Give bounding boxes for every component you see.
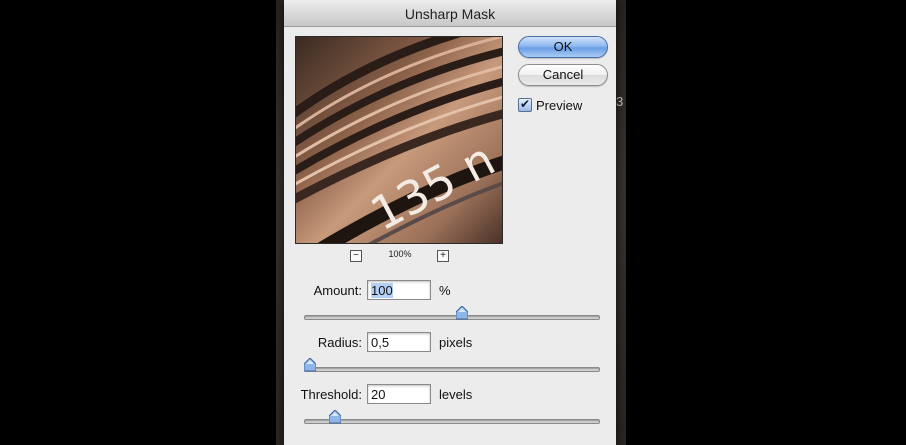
zoom-out-button[interactable]: − — [350, 250, 362, 262]
radius-field[interactable]: 0,5 — [367, 332, 431, 352]
unsharp-mask-dialog: Unsharp Mask 135 n − 100% + OK Cancel ✔ … — [284, 0, 616, 445]
threshold-value: 20 — [371, 387, 386, 402]
threshold-slider-track[interactable] — [304, 419, 600, 424]
background-partial-text: 3 — [616, 94, 624, 109]
preview-checkbox-label[interactable]: Preview — [536, 98, 582, 113]
title-bar[interactable]: Unsharp Mask — [284, 0, 616, 27]
radius-value: 0,5 — [371, 335, 390, 350]
amount-slider-thumb[interactable] — [456, 306, 469, 320]
threshold-label: Threshold: — [300, 387, 362, 402]
radius-unit: pixels — [439, 335, 473, 350]
cancel-button[interactable]: Cancel — [518, 64, 608, 86]
radius-slider-track[interactable] — [304, 367, 600, 372]
preview-checkbox[interactable]: ✔ — [518, 98, 532, 112]
ok-button[interactable]: OK — [518, 36, 608, 58]
preview-image: 135 n — [296, 37, 502, 243]
zoom-in-button[interactable]: + — [437, 250, 449, 262]
dialog-title: Unsharp Mask — [404, 6, 496, 22]
threshold-slider-thumb[interactable] — [329, 410, 342, 424]
radius-slider-thumb[interactable] — [304, 358, 316, 372]
preview-pane[interactable]: 135 n — [295, 36, 503, 244]
zoom-level: 100% — [388, 249, 412, 259]
threshold-unit: levels — [439, 387, 473, 402]
amount-slider-track[interactable] — [304, 315, 600, 320]
amount-label: Amount: — [313, 283, 362, 298]
radius-label: Radius: — [317, 335, 362, 350]
threshold-field[interactable]: 20 — [367, 384, 431, 404]
amount-unit: % — [439, 283, 451, 298]
amount-field[interactable]: 100 — [367, 280, 431, 300]
amount-value: 100 — [371, 283, 393, 298]
